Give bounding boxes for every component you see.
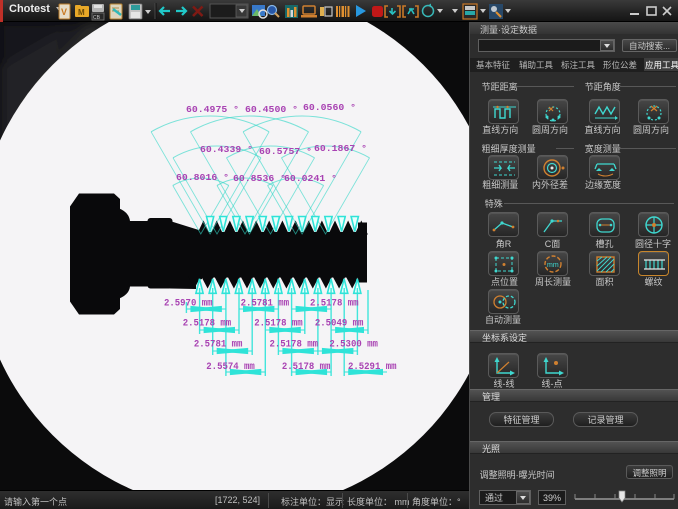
svg-text:2.5178 mm: 2.5178 mm bbox=[183, 319, 232, 330]
svg-text:M: M bbox=[78, 8, 85, 17]
svg-text:2.5178 mm: 2.5178 mm bbox=[270, 340, 319, 351]
svg-text:2.5300 mm: 2.5300 mm bbox=[329, 340, 378, 351]
svg-text:2.5781 mm: 2.5781 mm bbox=[194, 340, 243, 351]
svg-text:mm: mm bbox=[547, 262, 559, 269]
svg-text:2.5970 mm: 2.5970 mm bbox=[164, 299, 213, 310]
svg-text:2.5049 mm: 2.5049 mm bbox=[315, 319, 364, 330]
svg-text:60.8536 °: 60.8536 ° bbox=[233, 173, 286, 184]
svg-text:2.5178 mm: 2.5178 mm bbox=[310, 299, 359, 310]
svg-text:60.8016 °: 60.8016 ° bbox=[176, 172, 229, 183]
svg-text:2.5781 mm: 2.5781 mm bbox=[241, 299, 290, 310]
svg-text:60.4500 °: 60.4500 ° bbox=[245, 104, 298, 115]
svg-text:60.0560 °: 60.0560 ° bbox=[303, 102, 356, 113]
svg-text:60.4975 °: 60.4975 ° bbox=[186, 104, 239, 115]
svg-text:CB: CB bbox=[93, 15, 101, 21]
svg-text:60.0241 °: 60.0241 ° bbox=[284, 173, 337, 184]
svg-text:2.5178 mm: 2.5178 mm bbox=[254, 319, 303, 330]
svg-text:V: V bbox=[61, 7, 67, 17]
svg-text:2.5178 mm: 2.5178 mm bbox=[282, 362, 331, 373]
svg-text:60.4339 °: 60.4339 ° bbox=[200, 144, 253, 155]
svg-text:2.5291 mm: 2.5291 mm bbox=[348, 362, 397, 373]
svg-text:2.5574 mm: 2.5574 mm bbox=[206, 362, 255, 373]
svg-text:60.1867 °: 60.1867 ° bbox=[314, 143, 367, 154]
svg-text:60.5757 °: 60.5757 ° bbox=[259, 146, 312, 157]
